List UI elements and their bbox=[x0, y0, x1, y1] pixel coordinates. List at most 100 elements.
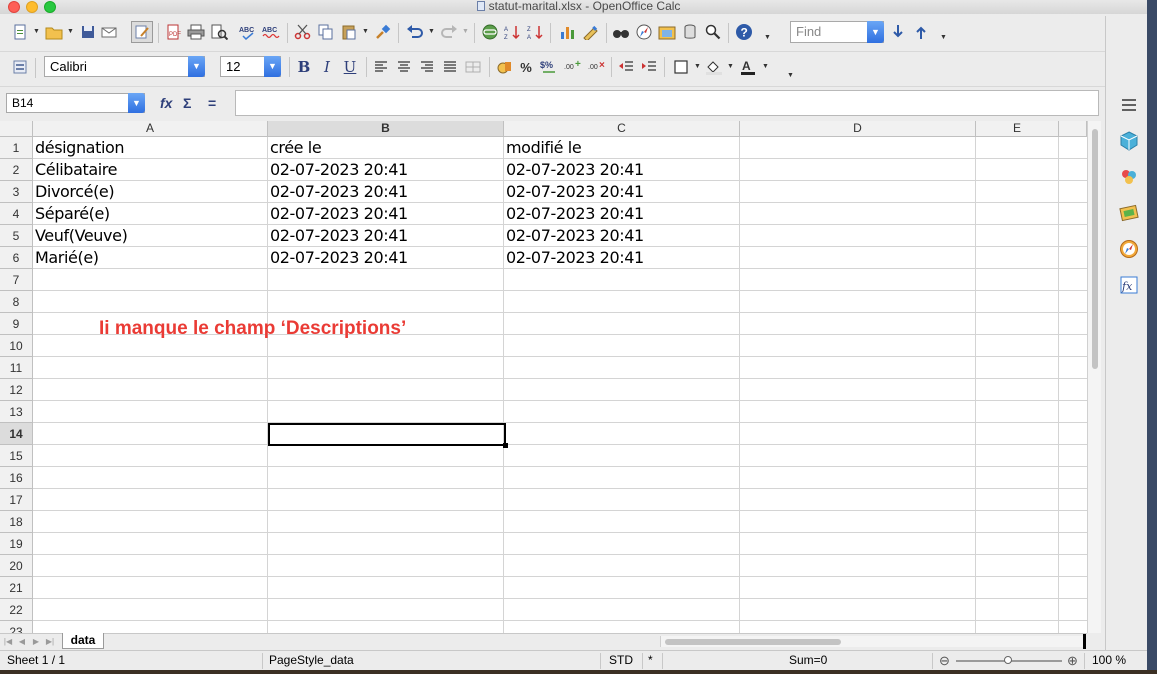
row-header-17[interactable]: 17 bbox=[0, 489, 33, 511]
gallery-icon[interactable] bbox=[657, 22, 677, 42]
cell-b3[interactable]: 02-07-2023 20:41 bbox=[269, 181, 503, 203]
page-preview-icon[interactable] bbox=[209, 22, 229, 42]
cell-b1[interactable]: crée le bbox=[269, 137, 503, 159]
select-all-corner[interactable] bbox=[0, 121, 33, 137]
status-page-style[interactable]: PageStyle_data bbox=[269, 651, 354, 671]
row-header-21[interactable]: 21 bbox=[0, 577, 33, 599]
find-toolbar-overflow-arrow[interactable]: ▼ bbox=[940, 34, 947, 41]
standard-format-icon[interactable]: $% bbox=[539, 57, 559, 77]
zoom-in-button[interactable]: ⊕ bbox=[1067, 651, 1078, 671]
cell-a6[interactable]: Marié(e) bbox=[34, 247, 267, 269]
row-header-11[interactable]: 11 bbox=[0, 357, 33, 379]
cell-c4[interactable]: 02-07-2023 20:41 bbox=[505, 203, 739, 225]
row-header-22[interactable]: 22 bbox=[0, 599, 33, 621]
navigator-icon[interactable] bbox=[634, 22, 654, 42]
column-header-c[interactable]: C bbox=[504, 121, 740, 137]
row-header-3[interactable]: 3 bbox=[0, 181, 33, 203]
undo-dropdown-arrow[interactable]: ▼ bbox=[428, 28, 435, 35]
font-size-combo[interactable]: 12 ▼ bbox=[220, 56, 281, 77]
zoom-out-button[interactable]: ⊖ bbox=[939, 651, 950, 671]
sum-button[interactable]: Σ bbox=[183, 95, 191, 111]
undo-icon[interactable] bbox=[405, 22, 425, 42]
cell-b4[interactable]: 02-07-2023 20:41 bbox=[269, 203, 503, 225]
fill-handle[interactable] bbox=[503, 443, 508, 448]
spellcheck-icon[interactable]: ABC bbox=[239, 22, 259, 42]
cell-a2[interactable]: Célibataire bbox=[34, 159, 267, 181]
cell-c3[interactable]: 02-07-2023 20:41 bbox=[505, 181, 739, 203]
row-header-10[interactable]: 10 bbox=[0, 335, 33, 357]
find-replace-icon[interactable] bbox=[611, 22, 631, 42]
font-size-dropdown-button[interactable]: ▼ bbox=[264, 56, 281, 77]
row-header-12[interactable]: 12 bbox=[0, 379, 33, 401]
font-color-dropdown-arrow[interactable]: ▼ bbox=[762, 63, 769, 70]
delete-decimal-icon[interactable]: .00 × bbox=[587, 57, 607, 77]
horizontal-scroll-thumb[interactable] bbox=[665, 639, 841, 645]
name-box[interactable]: B14 ▼ bbox=[6, 93, 145, 113]
column-header-a[interactable]: A bbox=[33, 121, 268, 137]
font-name-combo[interactable]: Calibri ▼ bbox=[44, 56, 205, 77]
row-header-15[interactable]: 15 bbox=[0, 445, 33, 467]
background-color-dropdown-arrow[interactable]: ▼ bbox=[727, 63, 734, 70]
minimize-window-button[interactable] bbox=[26, 1, 38, 13]
cell-b5[interactable]: 02-07-2023 20:41 bbox=[269, 225, 503, 247]
cell-c1[interactable]: modifié le bbox=[505, 137, 739, 159]
column-header-d[interactable]: D bbox=[740, 121, 976, 137]
function-equals-button[interactable]: = bbox=[208, 95, 216, 111]
functions-sidebar-icon[interactable]: fx bbox=[1118, 274, 1140, 296]
vertical-scrollbar[interactable] bbox=[1087, 121, 1101, 633]
redo-dropdown-arrow[interactable]: ▼ bbox=[462, 28, 469, 35]
print-icon[interactable] bbox=[186, 22, 206, 42]
redo-icon[interactable] bbox=[439, 22, 459, 42]
add-decimal-icon[interactable]: .00 + bbox=[563, 57, 583, 77]
cell-a5[interactable]: Veuf(Veuve) bbox=[34, 225, 267, 247]
toolbar-overflow-arrow[interactable]: ▼ bbox=[764, 34, 771, 41]
cell-a4[interactable]: Séparé(e) bbox=[34, 203, 267, 225]
italic-button[interactable]: I bbox=[317, 57, 337, 77]
maximize-window-button[interactable] bbox=[44, 1, 56, 13]
row-header-6[interactable]: 6 bbox=[0, 247, 33, 269]
sheet-tab-data[interactable]: data bbox=[62, 633, 104, 649]
next-sheet-button[interactable]: ▶ bbox=[31, 636, 41, 647]
cell-b2[interactable]: 02-07-2023 20:41 bbox=[269, 159, 503, 181]
bold-button[interactable]: B bbox=[294, 57, 314, 77]
row-header-20[interactable]: 20 bbox=[0, 555, 33, 577]
cell-a1[interactable]: désignation bbox=[34, 137, 267, 159]
cell-c5[interactable]: 02-07-2023 20:41 bbox=[505, 225, 739, 247]
last-sheet-button[interactable]: ▶| bbox=[45, 636, 55, 647]
percent-icon[interactable]: % bbox=[516, 57, 536, 77]
data-sources-icon[interactable] bbox=[680, 22, 700, 42]
horizontal-scrollbar[interactable] bbox=[660, 636, 1084, 647]
row-header-4[interactable]: 4 bbox=[0, 203, 33, 225]
first-sheet-button[interactable]: |◀ bbox=[3, 636, 13, 647]
navigator-sidebar-icon[interactable] bbox=[1118, 238, 1140, 260]
spreadsheet-grid[interactable]: A B C D E 1 2 3 4 5 6 7 8 9 10 11 12 13 14 15 16 17 18 19 20 21 22… bbox=[0, 121, 1087, 633]
borders-dropdown-arrow[interactable]: ▼ bbox=[694, 63, 701, 70]
find-previous-icon[interactable] bbox=[911, 22, 931, 42]
row-header-14[interactable]: 14 bbox=[0, 423, 33, 445]
borders-icon[interactable] bbox=[671, 57, 691, 77]
formatting-overflow-arrow[interactable]: ▼ bbox=[787, 72, 794, 79]
background-color-icon[interactable] bbox=[704, 57, 724, 77]
row-header-23[interactable]: 23 bbox=[0, 621, 33, 633]
column-header-f[interactable] bbox=[1059, 121, 1087, 137]
row-header-1[interactable]: 1 bbox=[0, 137, 33, 159]
align-right-icon[interactable] bbox=[417, 57, 437, 77]
row-header-16[interactable]: 16 bbox=[0, 467, 33, 489]
column-header-b[interactable]: B bbox=[268, 121, 504, 137]
cell-c2[interactable]: 02-07-2023 20:41 bbox=[505, 159, 739, 181]
row-header-8[interactable]: 8 bbox=[0, 291, 33, 313]
font-color-icon[interactable]: A bbox=[738, 57, 758, 77]
save-icon[interactable] bbox=[78, 22, 98, 42]
align-center-icon[interactable] bbox=[394, 57, 414, 77]
merge-cells-icon[interactable] bbox=[463, 57, 483, 77]
increase-indent-icon[interactable] bbox=[639, 57, 659, 77]
zoom-slider-knob[interactable] bbox=[1004, 656, 1012, 664]
cell-a3[interactable]: Divorcé(e) bbox=[34, 181, 267, 203]
name-box-dropdown-button[interactable]: ▼ bbox=[128, 93, 145, 113]
cell-b6[interactable]: 02-07-2023 20:41 bbox=[269, 247, 503, 269]
autospell-icon[interactable]: ABC bbox=[262, 22, 282, 42]
row-header-9[interactable]: 9 bbox=[0, 313, 33, 335]
function-wizard-button[interactable]: fx bbox=[160, 95, 172, 111]
align-left-icon[interactable] bbox=[371, 57, 391, 77]
status-selection-mode[interactable]: STD bbox=[609, 651, 633, 671]
